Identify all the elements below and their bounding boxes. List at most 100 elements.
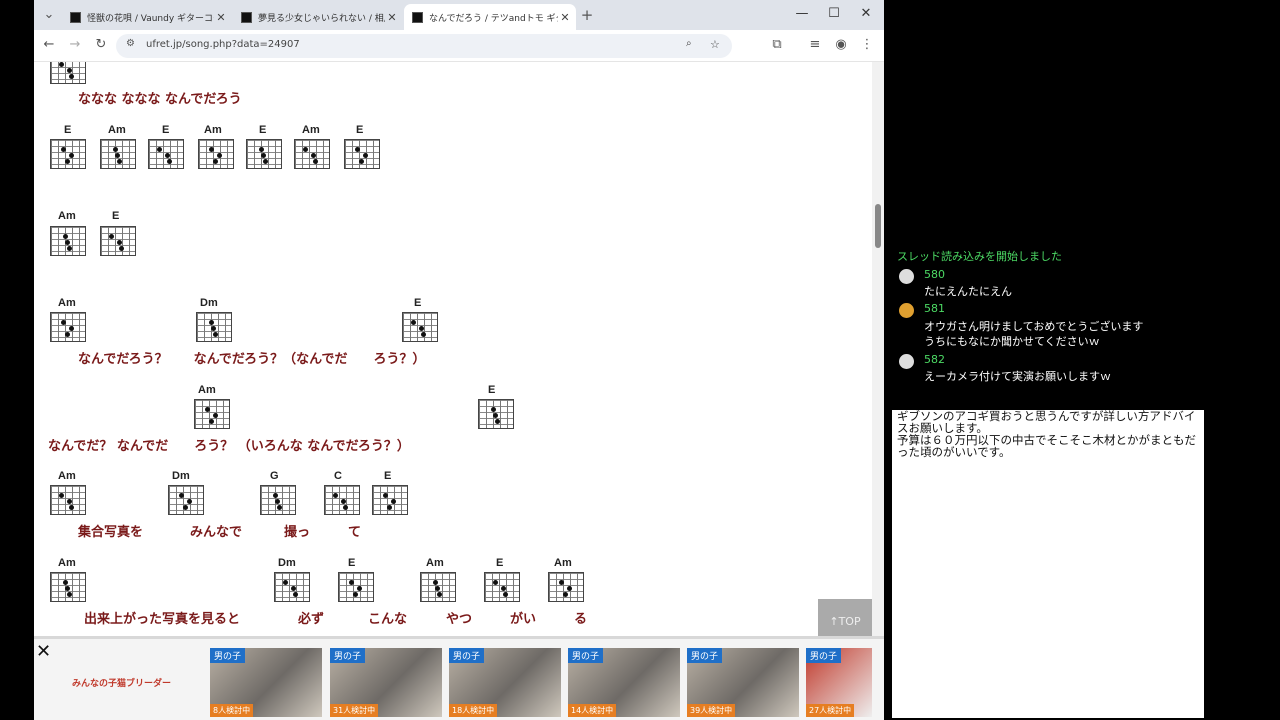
- ad-close-icon[interactable]: ✕: [36, 641, 51, 662]
- chord-diagram: [198, 139, 234, 169]
- chord-diagram: [50, 312, 86, 342]
- scrollbar-thumb[interactable]: [875, 204, 881, 248]
- post-number: 580: [924, 268, 945, 281]
- finger-dot: [559, 580, 564, 585]
- close-tab-icon[interactable]: ✕: [385, 11, 399, 24]
- menu-kebab-icon[interactable]: ⋮: [858, 37, 876, 52]
- finger-dot: [65, 332, 70, 337]
- finger-dot: [259, 147, 264, 152]
- close-tab-icon[interactable]: ✕: [214, 11, 228, 24]
- song-content: ななな ななな なんでだろう E Am E Am E Am E Am E Am …: [34, 62, 872, 636]
- finger-dot: [355, 147, 360, 152]
- extensions-icon[interactable]: ⧉: [768, 37, 786, 52]
- finger-dot: [333, 493, 338, 498]
- chord-name: Am: [198, 384, 216, 396]
- chord-diagram: [50, 62, 86, 84]
- chord-diagram: [274, 572, 310, 602]
- ufret-favicon-icon: [70, 11, 81, 23]
- ad-kitten-card[interactable]: 男の子 27人検討中: [806, 648, 872, 717]
- ad-kitten-card[interactable]: 男の子 31人検討中: [330, 648, 442, 717]
- gender-badge: 男の子: [330, 648, 366, 663]
- finger-dot: [209, 419, 214, 424]
- tab-kaiju[interactable]: 怪獣の花唄 / Vaundy ギターコード/ウクレレ ✕: [62, 4, 232, 30]
- finger-dot: [293, 592, 298, 597]
- gender-badge: 男の子: [806, 648, 842, 663]
- ad-logo[interactable]: みんなの子猫ブリーダー: [72, 676, 171, 689]
- finger-dot: [213, 332, 218, 337]
- tab-nandedarou[interactable]: なんでだろう / テツandトモ ギターコード ✕: [404, 4, 576, 30]
- finger-dot: [495, 419, 500, 424]
- chord-diagram: [372, 485, 408, 515]
- ad-kitten-card[interactable]: 男の子 14人検討中: [568, 648, 680, 717]
- finger-dot: [69, 326, 74, 331]
- back-to-top-button[interactable]: ↑TOP: [818, 599, 872, 636]
- page-scrollbar[interactable]: [872, 62, 884, 636]
- lyric-part: 集合写真を: [78, 525, 144, 540]
- finger-dot: [67, 246, 72, 251]
- finger-dot: [63, 580, 68, 585]
- chord-diagram: [338, 572, 374, 602]
- chord-diagram: [50, 139, 86, 169]
- ad-kitten-card[interactable]: 男の子 18人検討中: [449, 648, 561, 717]
- minimize-button[interactable]: —: [792, 6, 812, 21]
- finger-dot: [359, 159, 364, 164]
- forward-button[interactable]: →: [66, 37, 84, 52]
- ad-kitten-card[interactable]: 男の子 39人検討中: [687, 648, 799, 717]
- tab-title: 怪獣の花唄 / Vaundy ギターコード/ウクレレ: [87, 13, 214, 24]
- finger-dot: [205, 407, 210, 412]
- chord-diagram: [168, 485, 204, 515]
- finger-dot: [213, 159, 218, 164]
- lyric-part: こんな: [368, 612, 408, 627]
- finger-dot: [349, 580, 354, 585]
- close-tab-icon[interactable]: ✕: [558, 11, 572, 24]
- finger-dot: [501, 586, 506, 591]
- finger-dot: [411, 320, 416, 325]
- ad-kitten-card[interactable]: 男の子 8人検討中: [210, 648, 322, 717]
- back-button[interactable]: ←: [40, 37, 58, 52]
- tab-yumemiru[interactable]: 夢見る少女じゃいられない / 相川七瀬 ✕: [233, 4, 403, 30]
- chord-diagram: [484, 572, 520, 602]
- close-window-button[interactable]: ✕: [856, 6, 876, 21]
- user-avatar-icon: [899, 354, 914, 369]
- finger-dot: [433, 580, 438, 585]
- chord-diagram: [50, 485, 86, 515]
- ad-banner[interactable]: ✕ みんなの子猫ブリーダー 男の子 8人検討中 男の子 31人検討中 男の子 1…: [34, 636, 884, 720]
- chord-name: G: [270, 470, 279, 482]
- bookmark-star-icon[interactable]: ☆: [710, 38, 720, 51]
- finger-dot: [59, 493, 64, 498]
- finger-dot: [213, 413, 218, 418]
- post-number: 581: [924, 302, 945, 315]
- finger-dot: [119, 246, 124, 251]
- reload-button[interactable]: ↻: [92, 37, 110, 52]
- maximize-button[interactable]: ☐: [824, 6, 844, 21]
- finger-dot: [567, 586, 572, 591]
- finger-dot: [437, 592, 442, 597]
- gender-badge: 男の子: [210, 648, 246, 663]
- media-control-icon[interactable]: ≡: [806, 37, 824, 52]
- finger-dot: [363, 153, 368, 158]
- gender-badge: 男の子: [687, 648, 723, 663]
- site-info-icon[interactable]: ⚙: [126, 38, 135, 49]
- url-text[interactable]: ufret.jp/song.php?data=24907: [146, 39, 300, 50]
- post-textarea[interactable]: ギブソンのアコギ買おうと思うんですが詳しい方アドバイスお願いします。 予算は６０…: [892, 410, 1204, 718]
- address-bar[interactable]: ⚙ ufret.jp/song.php?data=24907 ☆ ⌕: [116, 34, 732, 58]
- thread-log: スレッド読み込みを開始しました 580 たにえんたにえん 581 オウガさん明け…: [890, 240, 1190, 400]
- finger-dot: [61, 147, 66, 152]
- post-text[interactable]: ギブソンのアコギ買おうと思うんですが詳しい方アドバイスお願いします。 予算は６０…: [897, 410, 1202, 458]
- finger-dot: [165, 153, 170, 158]
- finger-dot: [59, 62, 64, 67]
- chord-name: Am: [58, 557, 76, 569]
- gender-badge: 男の子: [449, 648, 485, 663]
- finger-dot: [387, 505, 392, 510]
- finger-dot: [563, 592, 568, 597]
- finger-dot: [391, 499, 396, 504]
- finger-dot: [503, 592, 508, 597]
- profile-icon[interactable]: ◉: [832, 37, 850, 52]
- tab-search-icon[interactable]: ⌄: [40, 7, 58, 22]
- tab-title: 夢見る少女じゃいられない / 相川七瀬: [258, 13, 385, 24]
- lyric-part: がい: [510, 612, 537, 627]
- new-tab-button[interactable]: +: [578, 6, 596, 24]
- zoom-icon[interactable]: ⌕: [686, 38, 692, 49]
- chord-diagram: [100, 226, 136, 256]
- chord-name: Am: [58, 297, 76, 309]
